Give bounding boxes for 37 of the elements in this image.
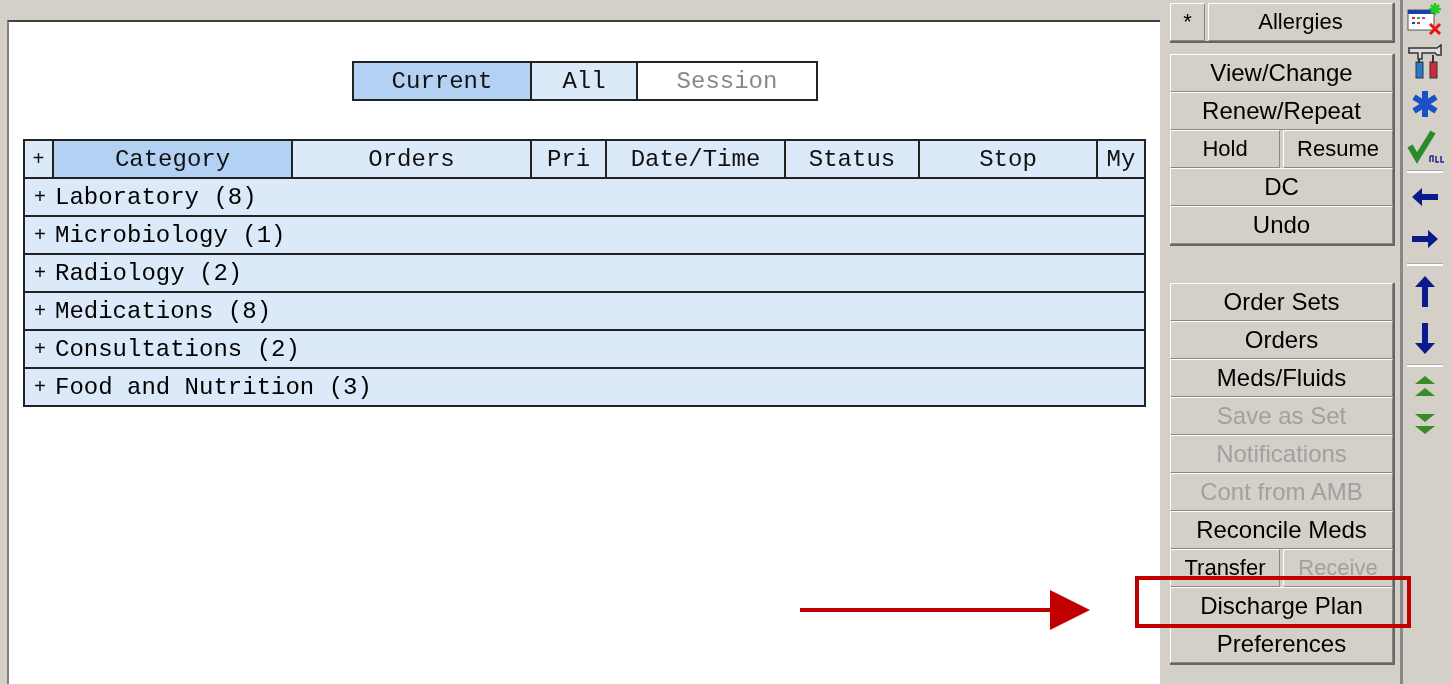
action-button[interactable]: Hold (1170, 130, 1280, 168)
action-button[interactable]: DC (1170, 168, 1393, 206)
category-row[interactable]: + Laboratory (8) (25, 179, 1144, 217)
check-icon[interactable] (1405, 128, 1444, 164)
category-row[interactable]: + Radiology (2) (25, 255, 1144, 293)
action-button[interactable]: Orders (1170, 321, 1393, 359)
action-button[interactable]: * (1170, 3, 1205, 41)
action-button[interactable]: Renew/Repeat (1170, 92, 1393, 130)
category-label: Food and Nutrition (3) (55, 373, 372, 401)
category-row[interactable]: + Consultations (2) (25, 331, 1144, 369)
category-row[interactable]: + Microbiology (1) (25, 217, 1144, 255)
filter-tab[interactable]: Current (354, 63, 532, 99)
expand-toggle[interactable]: + (25, 223, 55, 247)
expand-toggle[interactable]: + (25, 185, 55, 209)
action-button[interactable]: Meds/Fluids (1170, 359, 1393, 397)
category-label: Consultations (2) (55, 335, 300, 363)
grid-edit-icon[interactable] (1405, 2, 1444, 38)
action-button[interactable]: Allergies (1208, 3, 1393, 41)
category-row[interactable]: + Food and Nutrition (3) (25, 369, 1144, 405)
category-label: Medications (8) (55, 297, 272, 325)
action-button[interactable]: Order Sets (1170, 283, 1393, 321)
category-label: Laboratory (8) (55, 183, 257, 211)
action-button[interactable]: Resume (1283, 130, 1393, 168)
expand-toggle[interactable]: + (25, 375, 55, 399)
action-button[interactable]: Undo (1170, 206, 1393, 244)
expand-toggle[interactable]: + (25, 261, 55, 285)
expand-toggle[interactable]: + (25, 299, 55, 323)
column-header[interactable]: Category (54, 141, 293, 177)
category-row[interactable]: + Medications (8) (25, 293, 1144, 331)
filter-tab[interactable]: All (532, 63, 638, 99)
category-label: Radiology (2) (55, 259, 243, 287)
action-button[interactable]: View/Change (1170, 54, 1393, 92)
category-label: Microbiology (1) (55, 221, 286, 249)
tools-icon[interactable] (1405, 44, 1444, 80)
expand-toggle[interactable]: + (25, 337, 55, 361)
action-button[interactable]: Discharge Plan (1170, 587, 1393, 625)
action-button[interactable]: Reconcile Meds (1170, 511, 1393, 549)
